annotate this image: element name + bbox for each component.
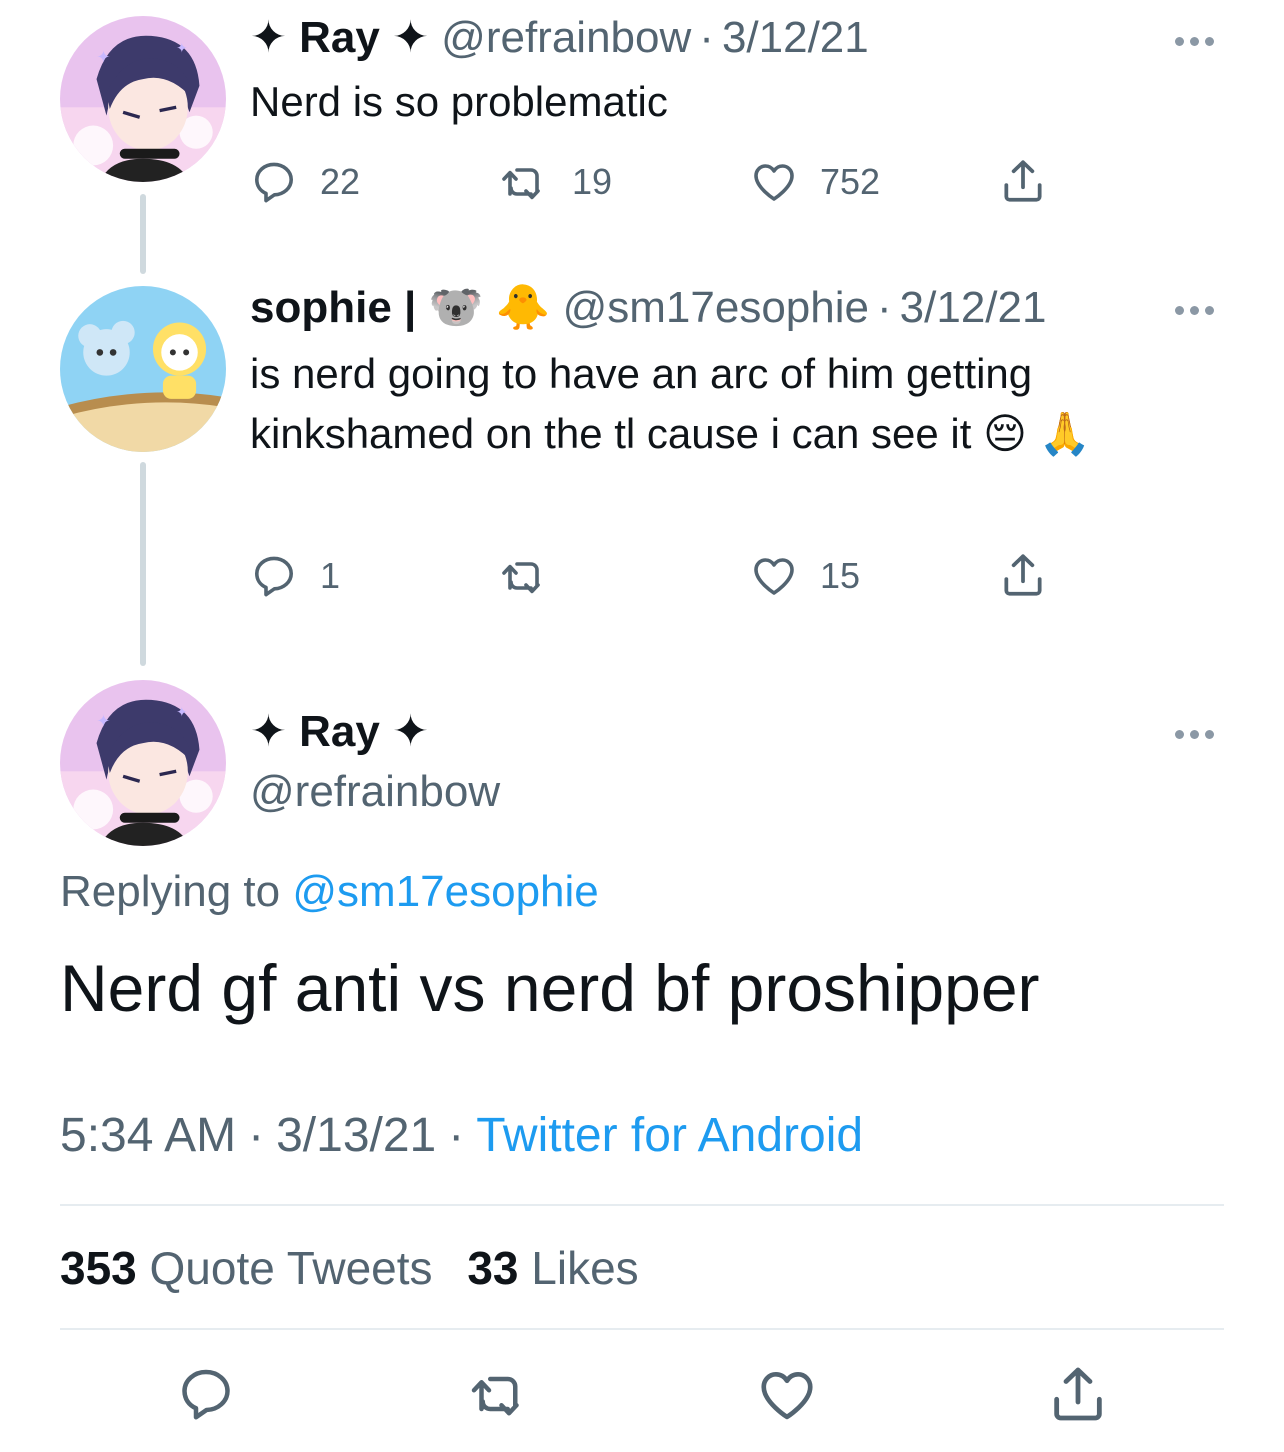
tweet1-display-name[interactable]: ✦ Ray ✦ (250, 13, 429, 62)
reply-count: 22 (320, 161, 361, 202)
avatar-ray[interactable] (60, 680, 226, 846)
tweet-source-link[interactable]: Twitter for Android (476, 1109, 863, 1162)
separator: · (877, 283, 892, 332)
tweet2-date[interactable]: 3/12/21 (900, 283, 1047, 332)
thread-line (140, 194, 146, 274)
reply-count: 1 (320, 555, 341, 596)
main-handle[interactable]: @refrainbow (250, 766, 500, 818)
avatar-sophie[interactable] (60, 286, 226, 452)
tweet1-text: Nerd is so problematic (250, 78, 668, 125)
replying-to-link[interactable]: @sm17esophie (292, 867, 598, 916)
tweet-meta: 5:34 AM · 3/13/21 · Twitter for Android (60, 1109, 864, 1162)
share-icon (1046, 1362, 1110, 1426)
reply-icon (250, 552, 298, 600)
thread-line (140, 462, 146, 666)
separator: · (699, 13, 714, 62)
share-button[interactable] (1046, 1362, 1110, 1431)
avatar-ray[interactable] (60, 16, 226, 182)
quote-tweets-link[interactable]: 353 Quote Tweets (60, 1242, 433, 1294)
reply-button[interactable] (176, 1364, 236, 1429)
tweet2-handle[interactable]: @sm17esophie (563, 283, 869, 332)
retweet-icon (498, 552, 550, 600)
tweet2-header: sophie | 🐨 🐥 @sm17esophie · 3/12/21 (250, 282, 1046, 334)
tweet1-reply-button[interactable]: 22 (250, 158, 360, 206)
share-icon (998, 156, 1048, 206)
like-button[interactable] (756, 1364, 818, 1431)
tweet2-retweet-button[interactable] (498, 552, 572, 600)
tweet1-share-button[interactable] (998, 156, 1048, 206)
divider (60, 1328, 1224, 1330)
divider (60, 1204, 1224, 1206)
like-count: 752 (820, 161, 881, 202)
retweet-button[interactable] (466, 1364, 532, 1429)
reply-icon (250, 158, 298, 206)
tweet1-date[interactable]: 3/12/21 (722, 13, 869, 62)
tweet1-retweet-button[interactable]: 19 (498, 158, 612, 206)
more-icon[interactable] (1175, 302, 1235, 322)
retweet-icon (498, 158, 550, 206)
share-icon (998, 550, 1048, 600)
more-icon[interactable] (1175, 726, 1235, 746)
main-tweet-text: Nerd gf anti vs nerd bf proshipper (60, 951, 1040, 1025)
retweet-count: 19 (572, 161, 613, 202)
tweet2-share-button[interactable] (998, 550, 1048, 600)
tweet-date: 3/13/21 (276, 1109, 437, 1162)
more-icon[interactable] (1175, 33, 1235, 53)
tweet-time: 5:34 AM (60, 1109, 237, 1162)
tweet2-text: is nerd going to have an arc of him gett… (250, 350, 1091, 457)
tweet2-display-name[interactable]: sophie | 🐨 🐥 (250, 283, 550, 332)
tweet1-handle[interactable]: @refrainbow (441, 13, 691, 62)
retweet-icon (466, 1364, 532, 1424)
name-emojis: 🐨 🐥 (428, 283, 551, 332)
like-count: 15 (820, 555, 861, 596)
tweet2-reply-button[interactable]: 1 (250, 552, 340, 600)
tweet2-like-button[interactable]: 15 (750, 552, 860, 600)
like-icon (750, 552, 798, 600)
likes-link[interactable]: 33 Likes (467, 1242, 638, 1294)
replying-to: Replying to @sm17esophie (60, 867, 599, 916)
tweet1-like-button[interactable]: 752 (750, 158, 880, 206)
like-icon (756, 1364, 818, 1426)
main-display-name[interactable]: ✦ Ray ✦ (250, 706, 429, 758)
like-icon (750, 158, 798, 206)
tweet-stats: 353 Quote Tweets 33 Likes (60, 1238, 639, 1298)
tweet1-header: ✦ Ray ✦ @refrainbow · 3/12/21 (250, 12, 869, 64)
reply-icon (176, 1364, 236, 1424)
